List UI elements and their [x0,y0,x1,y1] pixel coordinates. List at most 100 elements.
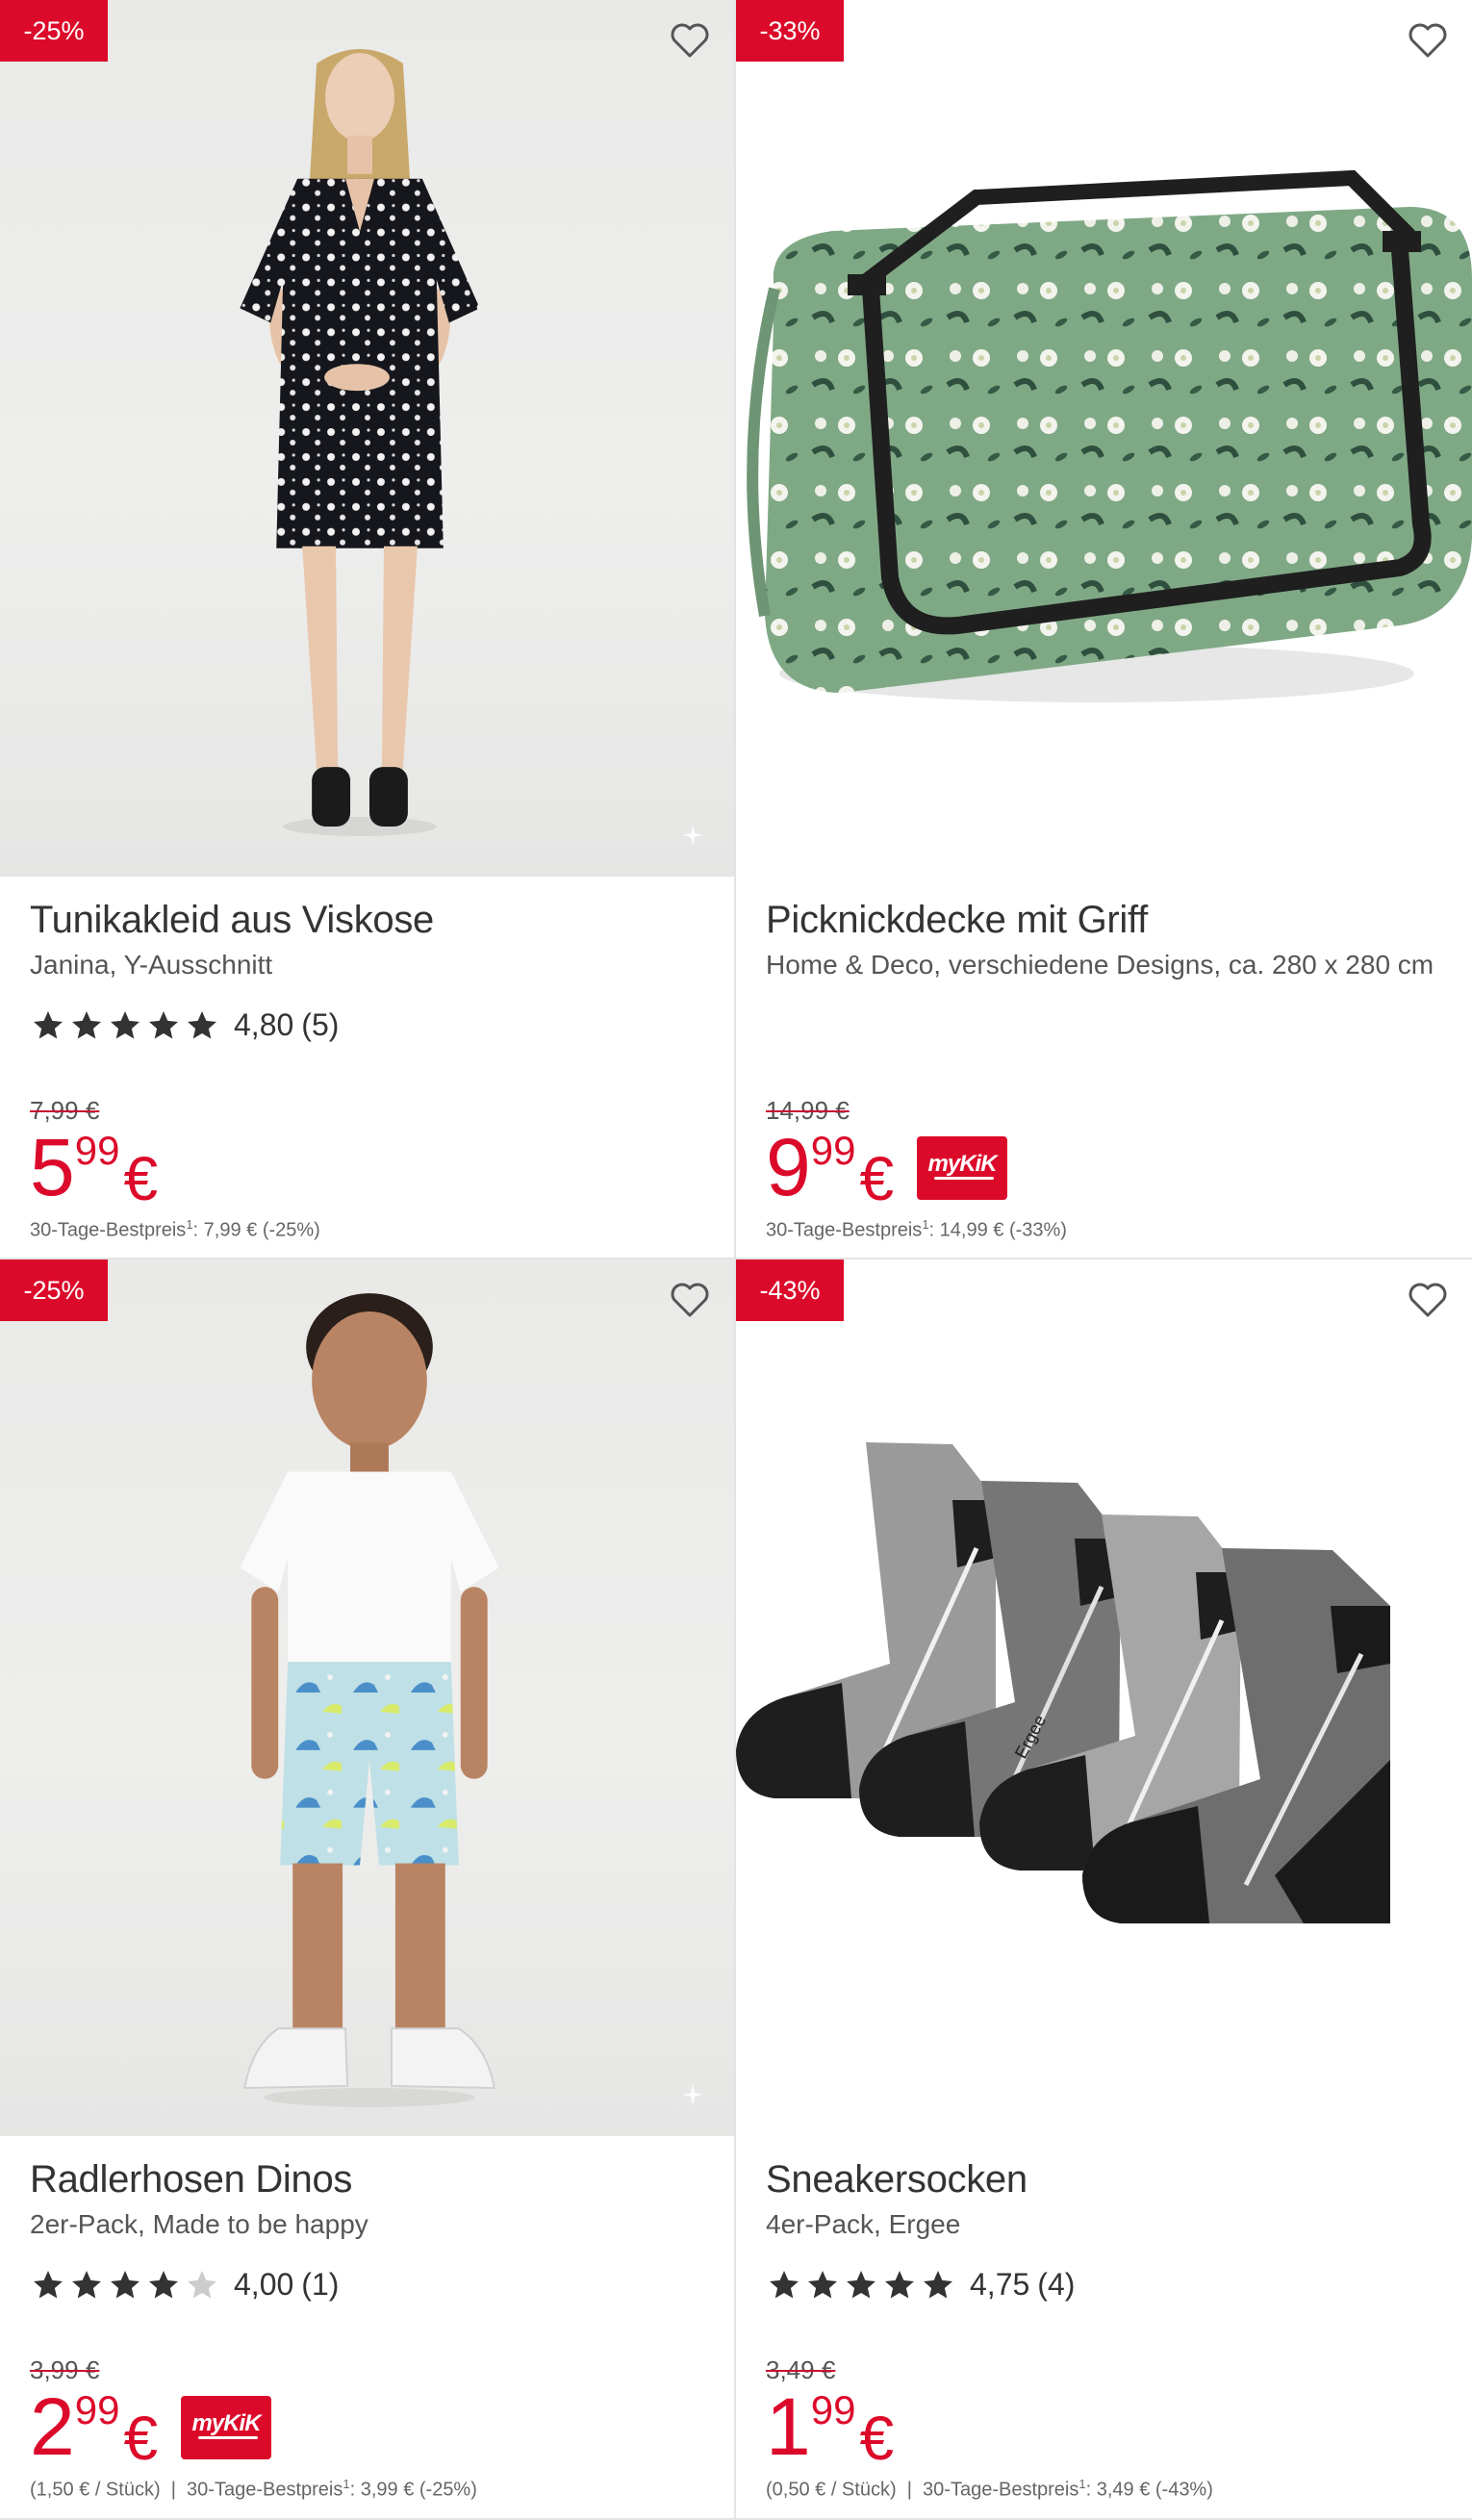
rating-count: (4) [1037,2267,1076,2302]
current-price: 2 99 € myKiK [30,2381,272,2473]
star-filled-icon [770,2270,799,2298]
product-card-sneakersocken[interactable]: Ergee -43% Sneakersocken 4er-Pack, Ergee… [736,1260,1472,2520]
mykik-label: myKiK [927,1151,998,1177]
star-filled-icon [847,2270,876,2298]
best-price-footnote: (0,50 € / Stück) | 30-Tage-Bestpreis1: 3… [766,2477,1213,2501]
product-info: Sneakersocken 4er-Pack, Ergee 4,75 (4) 3… [736,2136,1472,2517]
old-price: 3,49 € [766,2355,836,2384]
rating-score: 4,75 [970,2267,1030,2302]
star-filled-icon [188,1010,216,1038]
rating-stars [30,1008,222,1043]
heart-outline-icon[interactable] [1405,17,1451,64]
best-price-label: 30-Tage-Bestpreis [766,1220,923,1241]
product-card-picknickdecke[interactable]: -33% Picknickdecke mit Griff Home & Deco… [736,0,1472,1260]
product-subtitle: 4er-Pack, Ergee [766,2209,961,2239]
footnote-marker: 1 [186,1217,193,1233]
mykik-label: myKiK [191,2410,262,2436]
price-integer: 1 [766,2381,811,2472]
old-price: 14,99 € [766,1096,850,1125]
star-filled-icon [111,2270,140,2298]
best-price-value: : 3,99 € (-25%) [349,2480,477,2501]
discount-badge: -43% [736,1260,844,1321]
rating-stars [766,2268,958,2303]
sparkle-icon [682,825,703,846]
product-info: Radlerhosen Dinos 2er-Pack, Made to be h… [0,2136,734,2517]
discount-badge: -33% [736,0,844,62]
product-card-tunikakleid[interactable]: -25% Tunikakleid aus Viskose Janina, Y-A… [0,0,736,1260]
price-decimals: 99 [810,2387,856,2432]
old-price: 7,99 € [30,1096,100,1125]
product-rating: 4,00 (1) [30,2267,339,2303]
price-decimals: 99 [810,1128,856,1173]
product-card-radlerhosen[interactable]: -25% Radlerhosen Dinos 2er-Pack, Made to… [0,1260,736,2520]
product-title[interactable]: Picknickdecke mit Griff [766,896,1442,944]
star-filled-icon [72,1010,101,1038]
price-block: 14,99 € 9 99 € myKiK [766,1096,1008,1213]
footnote-marker: 1 [343,2477,350,2492]
product-image[interactable]: -25% [0,0,734,877]
best-price-label: 30-Tage-Bestpreis [923,2480,1079,2501]
best-price-footnote: 30-Tage-Bestpreis1: 14,99 € (-33%) [766,1217,1067,1242]
current-price: 9 99 € myKiK [766,1122,1008,1213]
product-rating: 4,80 (5) [30,1007,339,1043]
rating-count: (5) [301,1007,340,1042]
product-grid: -25% Tunikakleid aus Viskose Janina, Y-A… [0,0,1472,2520]
product-info: Picknickdecke mit Griff Home & Deco, ver… [736,877,1472,1258]
price-integer: 9 [766,1122,811,1212]
discount-badge: -25% [0,0,108,62]
price-decimals: 99 [74,2387,120,2432]
best-price-value: : 7,99 € (-25%) [192,1220,320,1241]
price-integer: 2 [30,2381,75,2472]
rating-score: 4,00 [234,2267,294,2302]
product-info: Tunikakleid aus Viskose Janina, Y-Aussch… [0,877,734,1258]
price-block: 7,99 € 5 99 € [30,1096,158,1212]
product-title[interactable]: Sneakersocken [766,2155,1442,2203]
price-block: 3,49 € 1 99 € [766,2355,895,2473]
rating-count: (1) [301,2267,340,2302]
rating-score: 4,80 [234,1007,294,1042]
sparkle-icon [682,2084,703,2105]
footnote-marker: 1 [1079,2477,1086,2492]
star-filled-icon [149,2270,178,2298]
product-subtitle: Janina, Y-Ausschnitt [30,950,273,980]
per-unit-price: (1,50 € / Stück) [30,2480,161,2501]
product-image[interactable]: -25% [0,1260,734,2136]
price-block: 3,99 € 2 99 € myKiK [30,2355,272,2473]
star-filled-icon [924,2270,952,2298]
star-filled-icon [72,2270,101,2298]
current-price: 5 99 € [30,1122,158,1212]
best-price-label: 30-Tage-Bestpreis [187,2480,343,2501]
star-filled-icon [808,2270,837,2298]
best-price-value: : 14,99 € (-33%) [928,1220,1067,1241]
price-currency: € [859,1144,895,1213]
heart-outline-icon[interactable] [667,17,713,64]
product-subtitle: Home & Deco, verschiedene Designs, ca. 2… [766,950,1434,980]
best-price-value: : 3,49 € (-43%) [1085,2480,1213,2501]
mykik-badge: myKiK [917,1136,1008,1200]
best-price-footnote: (1,50 € / Stück) | 30-Tage-Bestpreis1: 3… [30,2477,477,2501]
star-filled-icon [34,1010,63,1038]
dress-model-illustration [240,49,480,836]
discount-badge: -25% [0,1260,108,1321]
current-price: 1 99 € [766,2381,895,2473]
star-filled-icon [149,1010,178,1038]
product-image[interactable]: -33% [736,0,1472,877]
price-currency: € [123,2404,159,2473]
heart-outline-icon[interactable] [667,1277,713,1323]
product-rating: 4,75 (4) [766,2267,1075,2303]
product-subtitle: 2er-Pack, Made to be happy [30,2209,368,2239]
old-price: 3,99 € [30,2355,100,2384]
picnic-blanket-illustration [747,169,1472,702]
child-shorts-illustration [240,1293,499,2107]
price-currency: € [859,2404,895,2473]
star-empty-icon [188,2270,216,2298]
price-integer: 5 [30,1122,75,1212]
product-title[interactable]: Radlerhosen Dinos [30,2155,704,2203]
heart-outline-icon[interactable] [1405,1277,1451,1323]
product-image[interactable]: Ergee -43% [736,1260,1472,2136]
star-filled-icon [111,1010,140,1038]
mykik-badge: myKiK [181,2396,272,2459]
best-price-footnote: 30-Tage-Bestpreis1: 7,99 € (-25%) [30,1217,320,1242]
socks-illustration: Ergee [736,1442,1390,1923]
product-title[interactable]: Tunikakleid aus Viskose [30,896,704,944]
